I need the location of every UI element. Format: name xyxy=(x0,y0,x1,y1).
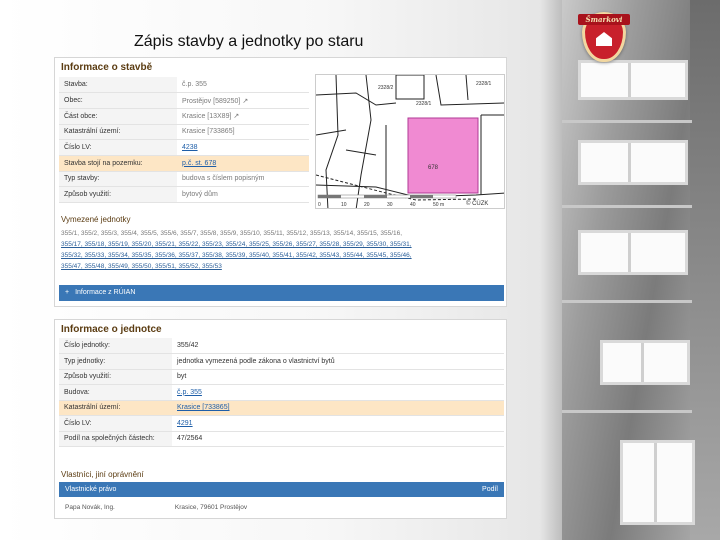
parcel-link[interactable]: p.č. st. 678 xyxy=(182,160,216,167)
window xyxy=(620,440,695,525)
map-label: 2328/1 xyxy=(416,101,432,107)
row-label: Číslo jednotky: xyxy=(59,338,172,354)
window xyxy=(600,340,690,385)
building-info-panel: Informace o stavbě Stavba: č.p. 355 Obec… xyxy=(54,57,507,307)
row-label: Obec: xyxy=(59,92,177,109)
row-label: Typ jednotky: xyxy=(59,353,172,370)
owner-name: Papa Novák, Ing. xyxy=(65,503,115,511)
ownership-heading: Vlastníci, jiní oprávnění xyxy=(61,470,144,479)
table-row: Obec: Prostějov [589250] ↗ xyxy=(59,92,309,109)
map-drawing: 678 2328/1 2328/2 2328/1 0 10 20 30 40 5… xyxy=(316,75,504,208)
owner-address: Krasice, 79601 Prostějov xyxy=(174,503,248,511)
balcony-rail xyxy=(562,120,692,123)
row-value: budova s číslem popisným xyxy=(177,171,309,188)
logo-ribbon: Šmarkovi xyxy=(578,14,630,25)
building-info-table: Stavba: č.p. 355 Obec: Prostějov [589250… xyxy=(59,77,309,203)
parcel-highlight xyxy=(407,117,479,194)
table-row: Stavba: č.p. 355 xyxy=(59,77,309,94)
row-label: Typ stavby: xyxy=(59,171,177,188)
cadastral-map[interactable]: 678 2328/1 2328/2 2328/1 0 10 20 30 40 5… xyxy=(315,74,505,209)
table-row-highlighted: Stavba stojí na pozemku: p.č. st. 678 xyxy=(59,155,309,172)
table-row: Katastrální území: Krasice [733865] xyxy=(59,124,309,141)
row-label: Způsob využití: xyxy=(59,186,177,203)
lv-number-link[interactable]: 4291 xyxy=(177,420,193,427)
row-label: Část obce: xyxy=(59,108,177,125)
building-link[interactable]: č.p. 355 xyxy=(177,389,202,396)
plus-icon: + xyxy=(65,289,70,296)
cadastral-area-link[interactable]: Krasice [733865] xyxy=(177,404,230,411)
parcel-label: 678 xyxy=(428,165,439,171)
row-label: Podíl na společných částech: xyxy=(59,431,172,447)
table-row: Typ stavby: budova s číslem popisným xyxy=(59,171,309,188)
municipality-link[interactable]: Prostějov [589250] ↗ xyxy=(177,92,309,109)
row-label: Katastrální území: xyxy=(59,124,177,141)
slide-title: Zápis stavby a jednotky po staru xyxy=(134,33,364,50)
row-value: 47/2564 xyxy=(172,431,504,447)
scale-tick: 50 m xyxy=(433,202,444,208)
units-list: 355/1, 355/2, 355/3, 355/4, 355/5, 355/6… xyxy=(61,228,503,272)
building-photo xyxy=(540,0,720,540)
row-label: Stavba: xyxy=(59,77,177,94)
lv-number-link[interactable]: 4238 xyxy=(182,144,198,151)
table-row: Způsob využití: byt xyxy=(59,369,504,385)
window xyxy=(578,140,688,185)
owner-row: Papa Novák, Ing. Krasice, 79601 Prostějo… xyxy=(59,499,504,515)
row-label: Budova: xyxy=(59,384,172,401)
units-line[interactable]: 355/1, 355/2, 355/3, 355/4, 355/5, 355/6… xyxy=(61,228,503,239)
row-label: Způsob využití: xyxy=(59,369,172,385)
table-row: Číslo LV: 4238 xyxy=(59,139,309,156)
table-row: Číslo LV: 4291 xyxy=(59,415,504,432)
cadastral-area-value: Krasice [733865] xyxy=(177,124,309,141)
row-value: 355/42 xyxy=(172,338,504,354)
table-row: Budova: č.p. 355 xyxy=(59,384,504,401)
row-value: jednotka vymezená podle zákona o vlastni… xyxy=(172,353,504,370)
units-line[interactable]: 355/47, 355/48, 355/49, 355/50, 355/51, … xyxy=(61,261,503,272)
col-header: Vlastnické právo xyxy=(65,486,117,493)
row-value: č.p. 355 xyxy=(177,77,309,94)
unit-info-table: Číslo jednotky: 355/42 Typ jednotky: jed… xyxy=(59,338,504,447)
ownership-table-header: Vlastnické právo Podíl xyxy=(59,482,504,497)
row-value: bytový dům xyxy=(177,186,309,203)
units-line[interactable]: 355/17, 355/18, 355/19, 355/20, 355/21, … xyxy=(61,239,503,250)
building-edge xyxy=(540,0,562,540)
window xyxy=(578,60,688,100)
table-row: Způsob využití: bytový dům xyxy=(59,186,309,203)
map-label: 2328/2 xyxy=(378,85,394,91)
district-link[interactable]: Krasice [13X89] ↗ xyxy=(177,108,309,125)
scale-tick: 20 xyxy=(364,202,370,208)
balcony-rail xyxy=(562,205,692,208)
units-line[interactable]: 355/32, 355/33, 355/34, 355/35, 355/36, … xyxy=(61,250,503,261)
row-value: byt xyxy=(172,369,504,385)
scale-tick: 0 xyxy=(318,202,321,208)
scale-tick: 30 xyxy=(387,202,393,208)
table-row: Podíl na společných částech: 47/2564 xyxy=(59,431,504,447)
row-label: Katastrální území: xyxy=(59,400,172,416)
table-row: Typ jednotky: jednotka vymezená podle zá… xyxy=(59,353,504,370)
table-row: Část obce: Krasice [13X89] ↗ xyxy=(59,108,309,125)
scale-tick: 10 xyxy=(341,202,347,208)
unit-info-heading: Informace o jednotce xyxy=(61,324,162,335)
window xyxy=(578,230,688,275)
building-info-heading: Informace o stavbě xyxy=(61,62,153,73)
scale-tick: 40 xyxy=(410,202,416,208)
table-row-highlighted: Katastrální území: Krasice [733865] xyxy=(59,400,504,416)
unit-info-panel: Informace o jednotce Číslo jednotky: 355… xyxy=(54,319,507,519)
map-copyright: © ČÚZK xyxy=(466,200,488,207)
row-label: Číslo LV: xyxy=(59,415,172,432)
ruian-label: Informace z RÚIAN xyxy=(75,289,136,296)
row-label: Stavba stojí na pozemku: xyxy=(59,155,177,172)
map-label: 2328/1 xyxy=(476,81,492,87)
col-header: Podíl xyxy=(482,486,498,493)
table-row: Číslo jednotky: 355/42 xyxy=(59,338,504,354)
balcony-rail xyxy=(562,300,692,303)
ruian-info-toggle[interactable]: + Informace z RÚIAN xyxy=(59,285,504,301)
units-heading: Vymezené jednotky xyxy=(61,215,131,224)
row-label: Číslo LV: xyxy=(59,139,177,156)
balcony-rail xyxy=(562,410,692,413)
